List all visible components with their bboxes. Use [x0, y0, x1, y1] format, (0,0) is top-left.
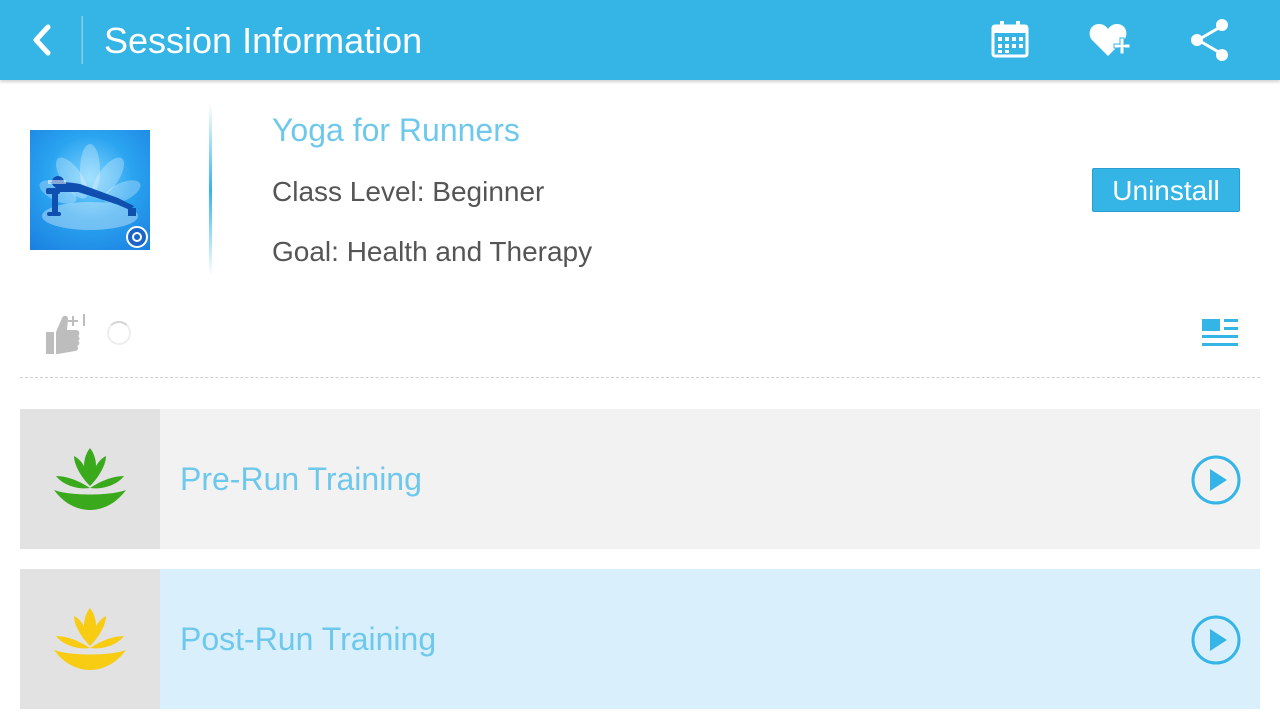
share-icon — [1191, 19, 1228, 61]
yoga-plank-icon — [39, 144, 148, 248]
play-button-post-run[interactable] — [1190, 614, 1242, 666]
goal-text: Goal: Health and Therapy — [272, 236, 593, 267]
back-button[interactable] — [22, 20, 62, 60]
thumbs-up-plus-one-icon — [46, 314, 85, 354]
lotus-yellow-icon — [54, 608, 126, 670]
header-divider — [81, 16, 83, 64]
like-button[interactable] — [40, 310, 90, 356]
loading-spinner — [107, 321, 131, 345]
training-icon-box — [20, 569, 160, 709]
play-icon — [1191, 615, 1241, 665]
training-row-pre-run[interactable]: Pre-Run Training — [20, 409, 1260, 549]
chevron-left-icon — [33, 24, 51, 56]
training-icon-box — [20, 409, 160, 549]
class-level-text: Class Level: Beginner — [272, 176, 545, 207]
session-app-icon — [30, 130, 150, 250]
play-button-pre-run[interactable] — [1190, 454, 1242, 506]
uninstall-button[interactable]: Uninstall — [1092, 168, 1240, 212]
page-title: Session Information — [104, 20, 423, 61]
training-label: Post-Run Training — [180, 621, 437, 657]
info-divider — [209, 104, 212, 276]
favorite-add-button[interactable] — [1088, 18, 1132, 62]
list-view-icon — [1202, 319, 1238, 346]
share-button[interactable] — [1188, 18, 1232, 62]
app-header: Session Information — [0, 0, 1280, 80]
list-view-button[interactable] — [1198, 316, 1242, 352]
lotus-green-icon — [54, 448, 126, 510]
calendar-button[interactable] — [988, 18, 1032, 62]
section-divider — [20, 377, 1260, 378]
training-label: Pre-Run Training — [180, 461, 422, 497]
calendar-icon — [991, 21, 1029, 58]
training-row-post-run[interactable]: Post-Run Training — [20, 569, 1260, 709]
play-icon — [1191, 455, 1241, 505]
heart-plus-icon — [1089, 24, 1131, 56]
session-title: Yoga for Runners — [272, 112, 520, 148]
